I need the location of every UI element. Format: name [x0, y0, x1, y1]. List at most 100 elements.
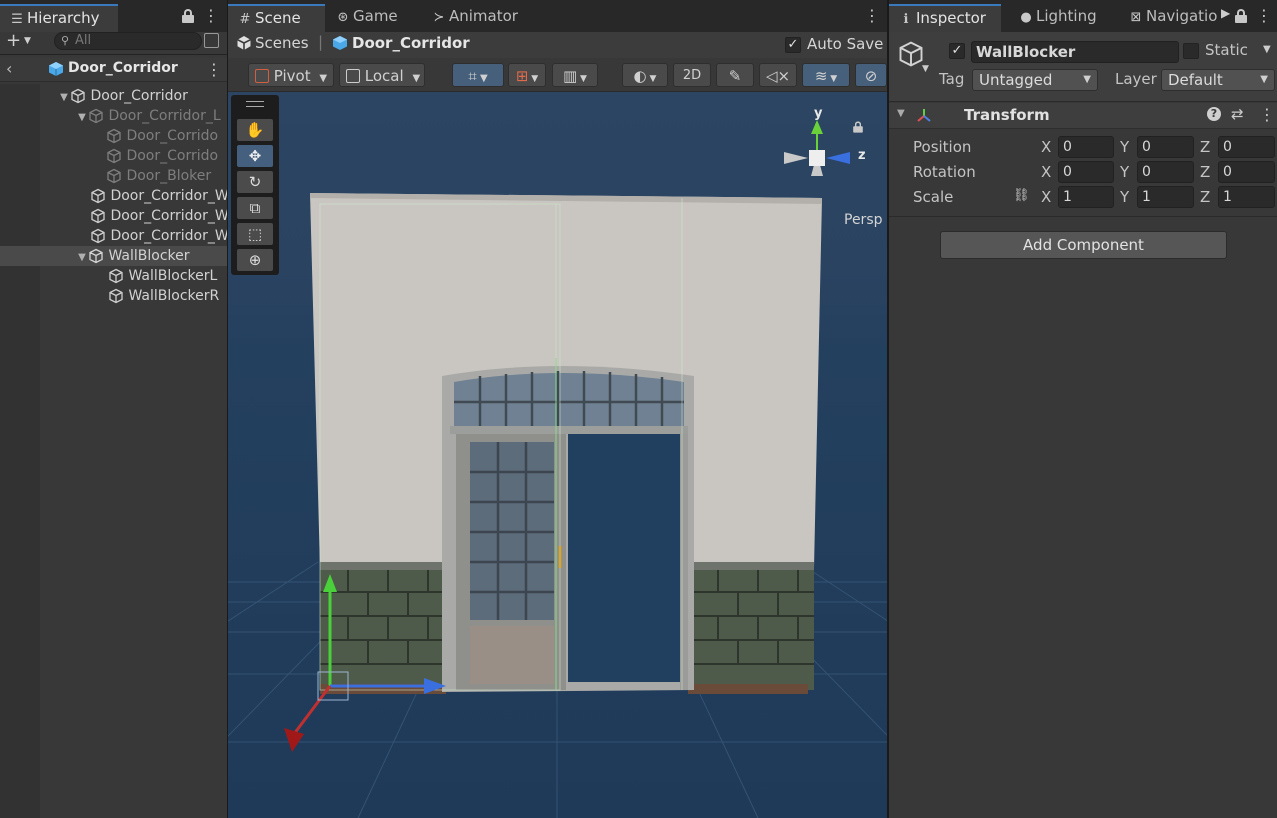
move-tool-button[interactable]: ✥: [237, 145, 273, 167]
panel-divider-right[interactable]: [887, 0, 889, 818]
foldout-icon[interactable]: ▼: [897, 108, 905, 119]
position-x-field[interactable]: 0: [1058, 136, 1114, 158]
back-icon[interactable]: ‹: [6, 59, 12, 78]
tab-hierarchy[interactable]: ☰ Hierarchy: [0, 4, 118, 32]
lock-icon[interactable]: [182, 9, 194, 23]
rotation-x-field[interactable]: 0: [1058, 161, 1114, 183]
tree-item[interactable]: ▼ Door_Corridor_L: [0, 106, 227, 126]
tree-item-selected[interactable]: ▼ WallBlocker: [0, 246, 227, 266]
hierarchy-menu-icon[interactable]: ⋮: [203, 8, 219, 24]
grid-visibility-icon: ▥: [563, 67, 578, 85]
rotation-z-label: Z: [1200, 163, 1211, 181]
tab-animator[interactable]: ≻ Animator: [422, 4, 530, 32]
scene-picker-icon[interactable]: [204, 33, 219, 48]
drag-handle-icon[interactable]: [246, 101, 264, 107]
scene-menu-icon[interactable]: ⋮: [206, 60, 222, 79]
object-name-field[interactable]: WallBlocker: [971, 41, 1179, 63]
rotation-y-value: 0: [1142, 164, 1151, 180]
gizmo-lock-icon[interactable]: [853, 121, 863, 133]
hierarchy-search-input[interactable]: ⚲ All: [54, 32, 202, 50]
create-button[interactable]: + ▼: [6, 32, 40, 51]
tree-item[interactable]: Door_Corridor_W: [0, 206, 227, 226]
layer-dropdown[interactable]: Default: [1161, 69, 1275, 91]
add-component-button[interactable]: Add Component: [940, 231, 1227, 259]
constrain-proportions-icon[interactable]: ⛓: [1013, 188, 1030, 203]
auto-save-checkbox[interactable]: ✓: [785, 37, 801, 53]
position-z-field[interactable]: 0: [1218, 136, 1275, 158]
scale-x-field[interactable]: 1: [1058, 186, 1114, 208]
scale-y-field[interactable]: 1: [1137, 186, 1194, 208]
expand-triangle-icon[interactable]: ▼: [58, 88, 70, 106]
space-dropdown[interactable]: Local ▼: [339, 63, 425, 87]
hidden-objects-button[interactable]: ⊘: [855, 63, 887, 87]
component-menu-icon[interactable]: ⋮: [1259, 105, 1275, 124]
hand-tool-button[interactable]: ✋: [237, 119, 273, 141]
expand-triangle-icon[interactable]: ▼: [76, 248, 88, 266]
active-checkbox[interactable]: ✓: [949, 43, 965, 59]
rotate-tool-button[interactable]: ↻: [237, 171, 273, 193]
presets-icon[interactable]: ⇄: [1231, 105, 1244, 123]
expand-triangle-icon[interactable]: ▼: [76, 108, 88, 126]
orientation-gizmo[interactable]: y z Persp: [774, 100, 884, 228]
rect-tool-button[interactable]: ⬚: [237, 223, 273, 245]
animator-icon: ≻: [433, 10, 445, 25]
position-y-field[interactable]: 0: [1137, 136, 1194, 158]
scene-header-row[interactable]: ‹ Door_Corridor ⋮: [0, 58, 227, 82]
tab-navigation[interactable]: ⊠ Navigatio: [1119, 4, 1223, 32]
grid-visibility-button[interactable]: ▥ ▼: [552, 63, 598, 87]
inspector-menu-icon[interactable]: ⋮: [1256, 8, 1272, 24]
scale-tool-button[interactable]: ⧉: [237, 197, 273, 219]
tree-item-label: Door_Corridor_L: [108, 108, 221, 124]
rotation-z-field[interactable]: 0: [1218, 161, 1275, 183]
chevron-down-icon[interactable]: ▼: [922, 64, 929, 74]
help-icon[interactable]: ?: [1207, 107, 1221, 121]
tree-item[interactable]: Door_Bloker: [0, 166, 227, 186]
bulb-icon: ●: [1020, 10, 1032, 25]
grid-snap-button[interactable]: ⌗ ▼: [452, 63, 504, 87]
increment-snap-button[interactable]: ⊞ ▼: [508, 63, 546, 87]
effects-button[interactable]: ≋ ▼: [802, 63, 850, 87]
scene-tabbar: # Scene ⊛ Game ≻ Animator ⋮: [228, 0, 887, 32]
draw-mode-button[interactable]: ◐ ▼: [622, 63, 668, 87]
rect-icon: ⬚: [247, 225, 263, 243]
transform-header[interactable]: ▼ Transform ? ⇄ ⋮: [889, 103, 1277, 129]
panel-divider-left[interactable]: [227, 0, 228, 818]
tree-item-label: Door_Bloker: [126, 168, 212, 184]
eye-slash-icon: ⊘: [864, 67, 878, 85]
scale-z-field[interactable]: 1: [1218, 186, 1275, 208]
gameobject-icon: [108, 268, 124, 284]
tab-hierarchy-label: Hierarchy: [27, 9, 100, 27]
tab-game[interactable]: ⊛ Game: [326, 4, 418, 32]
tree-item[interactable]: WallBlockerR: [0, 286, 227, 306]
persp-label[interactable]: Persp: [844, 212, 883, 228]
breadcrumb-root[interactable]: Scenes: [255, 34, 309, 52]
gameobject-icon[interactable]: [897, 40, 925, 68]
grid-icon: #: [239, 12, 251, 27]
lighting-toggle-button[interactable]: ✎: [716, 63, 754, 87]
transform-tool-button[interactable]: ⊕: [237, 249, 273, 271]
scene-icon: [332, 35, 348, 51]
tree-item[interactable]: ▼ Door_Corridor: [0, 86, 227, 106]
audio-toggle-button[interactable]: ◁×: [759, 63, 797, 87]
tab-lighting[interactable]: ● Lighting: [1009, 4, 1115, 32]
pivot-dropdown[interactable]: Pivot ▼: [248, 63, 334, 87]
mode-2d-button[interactable]: 2D: [673, 63, 711, 87]
tree-item[interactable]: Door_Corridor_W: [0, 226, 227, 246]
static-checkbox[interactable]: [1183, 43, 1199, 59]
scale-x-value: 1: [1063, 189, 1072, 205]
static-dropdown-icon[interactable]: ▼: [1263, 44, 1271, 55]
tag-dropdown[interactable]: Untagged: [972, 69, 1098, 91]
more-tabs-icon[interactable]: ▶: [1221, 6, 1230, 20]
breadcrumb-current[interactable]: Door_Corridor: [352, 34, 470, 52]
tab-inspector[interactable]: ℹ Inspector: [889, 4, 1001, 32]
tree-item[interactable]: WallBlockerL: [0, 266, 227, 286]
gamepad-icon: ⊛: [337, 10, 349, 25]
tab-scene[interactable]: # Scene: [228, 4, 325, 32]
tree-item[interactable]: Door_Corrido: [0, 146, 227, 166]
tree-item[interactable]: Door_Corrido: [0, 126, 227, 146]
tree-item[interactable]: Door_Corridor_W: [0, 186, 227, 206]
rotation-y-field[interactable]: 0: [1137, 161, 1194, 183]
lock-icon[interactable]: [1235, 9, 1247, 23]
scene-menu-icon[interactable]: ⋮: [864, 8, 880, 24]
scene-viewport[interactable]: ✋ ✥ ↻ ⧉ ⬚ ⊕ y z Persp: [228, 92, 887, 818]
